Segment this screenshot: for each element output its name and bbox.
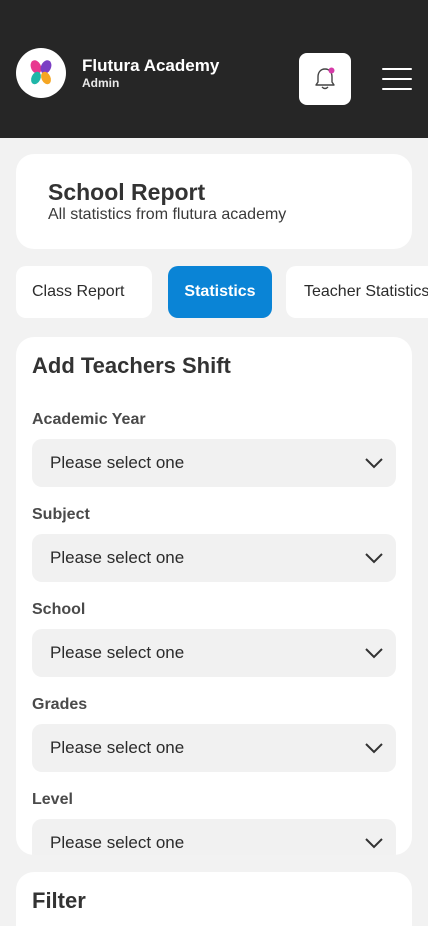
bell-icon xyxy=(315,67,335,90)
filter-card: Filter xyxy=(16,872,412,926)
notifications-button[interactable] xyxy=(299,53,351,105)
tab-teacher-statistics[interactable]: Teacher Statistics xyxy=(286,266,428,318)
hamburger-menu-icon[interactable] xyxy=(382,66,412,92)
form-title: Add Teachers Shift xyxy=(32,353,231,378)
chevron-down-icon xyxy=(365,743,383,754)
academic-year-value: Please select one xyxy=(50,453,185,472)
tab-statistics[interactable]: Statistics xyxy=(168,266,272,318)
filter-title: Filter xyxy=(32,888,86,913)
chevron-down-icon xyxy=(365,648,383,659)
chevron-down-icon xyxy=(365,553,383,564)
tab-class-report[interactable]: Class Report xyxy=(16,266,152,318)
school-label: School xyxy=(32,601,86,618)
report-tabs: Class Report Teacher Statistics Statisti… xyxy=(16,266,428,320)
add-teachers-shift-form: Add Teachers Shift Academic Year Please … xyxy=(16,337,412,855)
flutura-logo-icon[interactable] xyxy=(16,48,66,98)
brand-role: Admin xyxy=(82,76,120,90)
level-value: Please select one xyxy=(50,833,185,852)
level-select[interactable]: Please select one xyxy=(32,819,396,855)
page-subtitle: All statistics from flutura academy xyxy=(48,206,287,223)
school-select[interactable]: Please select one xyxy=(32,629,396,677)
chevron-down-icon xyxy=(365,458,383,469)
academic-year-label: Academic Year xyxy=(32,411,146,428)
subject-select[interactable]: Please select one xyxy=(32,534,396,582)
grades-value: Please select one xyxy=(50,738,185,757)
school-value: Please select one xyxy=(50,643,185,662)
report-header-card: School Report All statistics from flutur… xyxy=(16,154,412,249)
grades-label: Grades xyxy=(32,696,88,713)
subject-label: Subject xyxy=(32,506,90,523)
subject-value: Please select one xyxy=(50,548,185,567)
academic-year-select[interactable]: Please select one xyxy=(32,439,396,487)
brand-block: Flutura Academy Admin xyxy=(82,56,219,90)
app-header: Flutura Academy Admin xyxy=(0,0,428,138)
brand-name: Flutura Academy xyxy=(82,56,220,75)
level-label: Level xyxy=(32,791,73,808)
chevron-down-icon xyxy=(365,838,383,849)
grades-select[interactable]: Please select one xyxy=(32,724,396,772)
page-title: School Report xyxy=(48,179,206,205)
